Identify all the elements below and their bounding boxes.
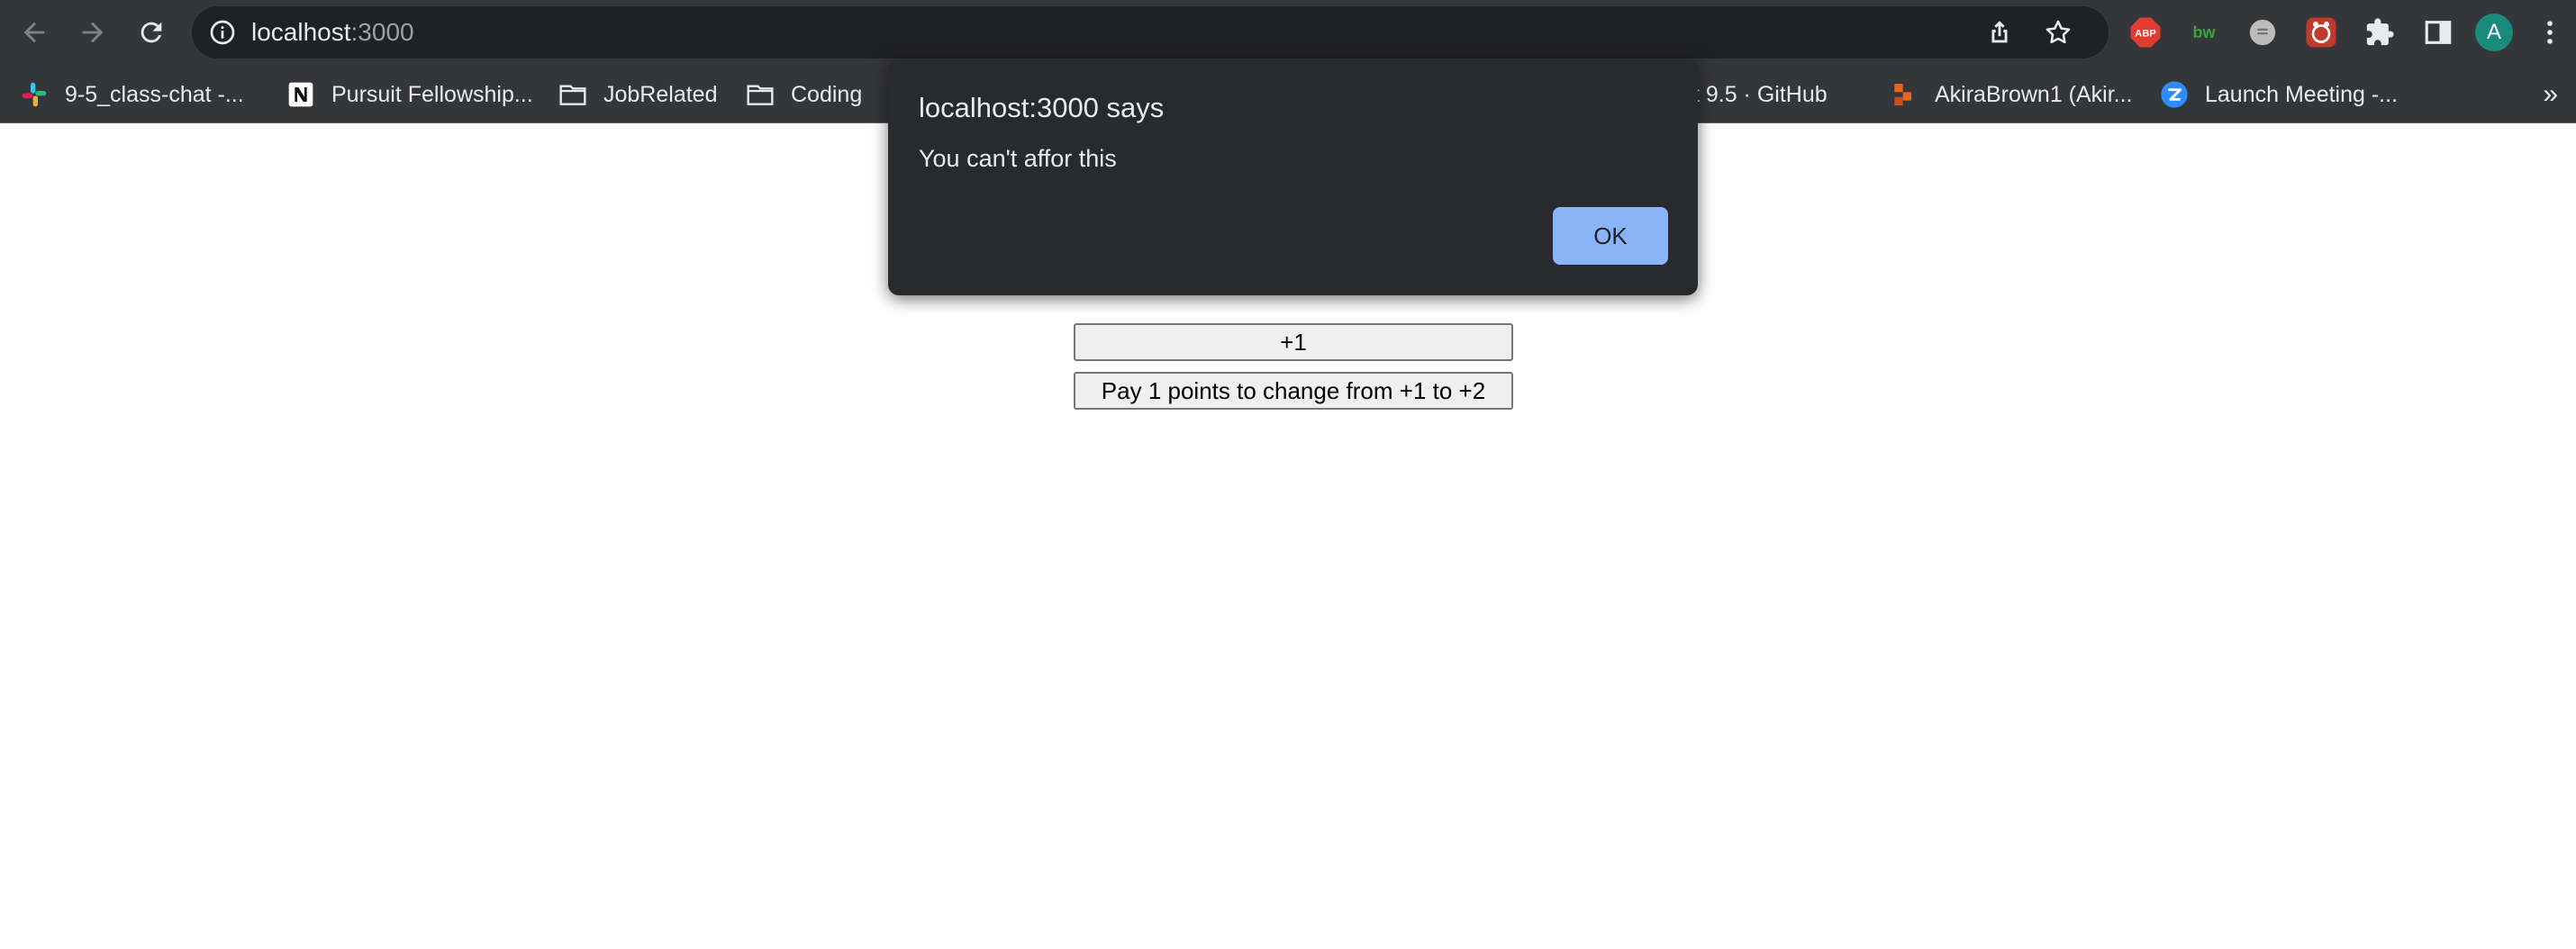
- arrow-right-icon: [82, 22, 104, 43]
- side-panel-icon[interactable]: [2421, 15, 2455, 50]
- profile-avatar[interactable]: A: [2475, 14, 2513, 51]
- dialog-title: localhost:3000 says: [919, 92, 1165, 123]
- folder-icon: [747, 85, 774, 105]
- forward-button[interactable]: [73, 13, 113, 52]
- share-icon[interactable]: [1984, 17, 2015, 48]
- back-button[interactable]: [14, 13, 54, 52]
- upgrade-button[interactable]: Pay 1 points to change from +1 to +2: [1074, 372, 1513, 410]
- bookmark-item[interactable]: AkiraBrown1 (Akir...: [1890, 66, 2133, 123]
- bookmark-label: Launch Meeting -...: [2205, 81, 2399, 107]
- dialog-message: You can't affor this: [919, 145, 1117, 172]
- bookmark-label: AkiraBrown1 (Akir...: [1935, 81, 2133, 107]
- increment-button[interactable]: +1: [1074, 323, 1513, 361]
- bookmarks-overflow-button[interactable]: »: [2543, 66, 2558, 123]
- bookmark-item[interactable]: JobRelated: [558, 66, 717, 123]
- bookmark-item[interactable]: 9-5_class-chat -...: [20, 66, 244, 123]
- url-host: localhost: [251, 18, 351, 46]
- alert-dialog: localhost:3000 says You can't affor this…: [888, 59, 1698, 295]
- browser-toolbar: localhost:3000 ABP bw A: [0, 0, 2576, 66]
- bitwarden-icon[interactable]: bw: [2187, 15, 2221, 50]
- bookmark-label: Pursuit Fellowship...: [331, 81, 533, 107]
- url-text[interactable]: localhost:3000: [251, 6, 414, 59]
- tiles-icon: [1894, 84, 1911, 105]
- bookmark-label: 9-5_class-chat -...: [65, 81, 244, 107]
- profile-initial: A: [2486, 20, 2501, 44]
- address-bar[interactable]: localhost:3000: [192, 6, 2109, 59]
- bookmark-item[interactable]: Coding: [746, 66, 862, 123]
- ok-button[interactable]: OK: [1553, 207, 1668, 265]
- star-icon[interactable]: [2043, 17, 2073, 48]
- info-icon[interactable]: [208, 18, 237, 47]
- circle-extension-icon[interactable]: [2245, 15, 2280, 50]
- folder-icon: [559, 85, 586, 105]
- slack-icon: [22, 82, 47, 107]
- adblock-icon[interactable]: ABP: [2128, 15, 2163, 50]
- red-extension-icon[interactable]: [2304, 15, 2338, 50]
- puzzle-icon[interactable]: [2363, 15, 2397, 50]
- reload-button[interactable]: [132, 13, 171, 52]
- reload-icon: [141, 22, 162, 43]
- bookmark-label: JobRelated: [603, 81, 718, 107]
- bookmark-item[interactable]: Launch Meeting -...: [2160, 66, 2398, 123]
- bookmark-label: Coding: [791, 81, 863, 107]
- svg-text:ABP: ABP: [2135, 29, 2156, 40]
- bookmark-item[interactable]: Pursuit Fellowship...: [286, 66, 533, 123]
- zoom-icon: [2161, 81, 2188, 108]
- arrow-left-icon: [23, 22, 45, 43]
- notion-icon: [288, 82, 313, 107]
- url-port: :3000: [350, 18, 414, 46]
- menu-icon[interactable]: [2533, 15, 2567, 50]
- svg-text:bw: bw: [2193, 23, 2217, 41]
